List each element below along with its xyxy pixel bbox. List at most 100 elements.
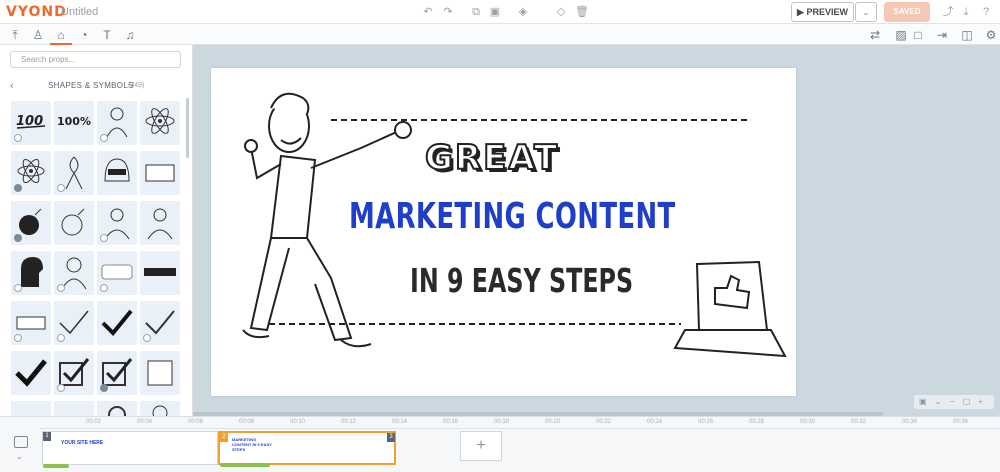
prop-row7-3[interactable] xyxy=(97,401,137,416)
tick-label: 00:28 xyxy=(749,419,765,425)
film-icon[interactable] xyxy=(14,436,28,448)
prop-row7-1[interactable] xyxy=(11,401,51,416)
document-title[interactable]: Untitled xyxy=(61,6,98,18)
prop-bomb-outline[interactable] xyxy=(54,201,94,245)
tick-label: 00:04 xyxy=(137,419,153,425)
timeline-ruler[interactable]: 00:02 00:04 00:06 00:08 00:10 00:12 00:14 00:16… xyxy=(40,417,1000,429)
section-count: (349) xyxy=(128,82,145,89)
magnify-icon[interactable] xyxy=(57,334,65,342)
tick-label: 00:26 xyxy=(698,419,714,425)
saved-button[interactable]: SAVED xyxy=(884,2,930,22)
prop-ribbon[interactable] xyxy=(54,151,94,195)
prop-rounded-box[interactable] xyxy=(97,251,137,295)
magnify-icon[interactable] xyxy=(100,234,108,242)
prop-check-thin[interactable] xyxy=(54,301,94,345)
asset-category-bar: ⤒ ♙ ⌂ ◔ T ♫ ⇄ ▨ □ ⇥ ◫ ⚙ xyxy=(0,24,1000,45)
magnify-icon[interactable] xyxy=(57,184,65,192)
search-input[interactable]: Search props... xyxy=(10,51,181,68)
swap-icon[interactable]: ⇄ xyxy=(866,26,884,44)
layer-icon[interactable]: ◈ xyxy=(515,4,531,20)
scene-canvas[interactable]: GREAT MARKETING CONTENT IN 9 EASY STEPS xyxy=(211,68,796,396)
redo-icon[interactable]: ↷ xyxy=(440,4,456,20)
vyond-logo[interactable]: VYOND xyxy=(6,4,67,20)
magnify-icon[interactable] xyxy=(57,384,65,392)
prop-checkbox-2[interactable] xyxy=(97,351,137,395)
prop-100-percent[interactable]: 100% xyxy=(54,101,94,145)
back-arrow-icon[interactable]: ‹ xyxy=(10,80,14,92)
image-icon[interactable]: ▨ xyxy=(892,26,910,44)
scene-end-marker: 3 xyxy=(387,433,395,442)
help-icon[interactable]: ? xyxy=(978,4,994,20)
prop-rectangle[interactable] xyxy=(140,151,180,195)
prop-row7-2[interactable] xyxy=(54,401,94,416)
prop-head-brain[interactable] xyxy=(11,251,51,295)
delete-icon[interactable]: 🗑 xyxy=(574,4,590,20)
props-icon[interactable]: ⌂ xyxy=(52,26,70,44)
prop-square[interactable] xyxy=(140,351,180,395)
scene-duration-bar[interactable] xyxy=(43,464,69,468)
scene-title: MARKETING CONTENT IN 9 EASY STEPS xyxy=(232,437,272,452)
prop-woman-bust[interactable] xyxy=(140,201,180,245)
prop-person-bust[interactable] xyxy=(97,201,137,245)
tick-label: 00:20 xyxy=(545,419,561,425)
upload-icon[interactable]: ⤒ xyxy=(6,26,24,44)
headline-marketing-content[interactable]: MARKETING CONTENT xyxy=(349,196,676,237)
enter-icon[interactable]: ⇥ xyxy=(933,26,951,44)
magnify-icon[interactable] xyxy=(57,284,65,292)
magnify-icon[interactable] xyxy=(143,334,151,342)
tick-label: 00:22 xyxy=(596,419,612,425)
prop-checkbox[interactable] xyxy=(54,351,94,395)
chevron-down-icon[interactable]: ⌄ xyxy=(16,452,23,461)
color-swatch-icon[interactable]: □ xyxy=(909,26,927,44)
preview-button[interactable]: ▶ PREVIEW xyxy=(791,2,854,22)
scene-thumbnail-2[interactable]: 2 MARKETING CONTENT IN 9 EASY STEPS 3 xyxy=(218,431,396,467)
paste-icon[interactable]: ▣ xyxy=(487,4,503,20)
magnify-icon[interactable] xyxy=(100,284,108,292)
prop-black-bar[interactable] xyxy=(140,251,180,295)
panel-scrollbar[interactable] xyxy=(186,98,189,158)
add-scene-button[interactable]: + xyxy=(460,431,502,461)
stage-area: GREAT MARKETING CONTENT IN 9 EASY STEPS … xyxy=(193,45,1000,416)
prop-row7-4[interactable] xyxy=(140,401,180,416)
prop-figure[interactable] xyxy=(97,101,137,145)
prop-check-bold[interactable] xyxy=(97,301,137,345)
magnify-icon[interactable] xyxy=(100,134,108,142)
character-icon[interactable]: ♙ xyxy=(29,26,47,44)
preview-dropdown-button[interactable]: ⌄ xyxy=(855,2,877,22)
scene-number: 1 xyxy=(43,432,51,441)
play-icon[interactable] xyxy=(14,234,22,242)
prop-100[interactable]: 100 xyxy=(11,101,51,145)
tick-label: 00:34 xyxy=(902,419,918,425)
chart-icon[interactable]: ◔ xyxy=(75,26,93,44)
scene-thumbnail-1[interactable]: 1 YOUR SITE HERE xyxy=(42,431,218,468)
copy-icon[interactable]: ⧉ xyxy=(468,4,484,20)
camera-icon[interactable]: ◫ xyxy=(958,26,976,44)
play-icon[interactable] xyxy=(100,384,108,392)
prop-box-outline[interactable] xyxy=(11,301,51,345)
prop-atom-2[interactable] xyxy=(11,151,51,195)
prop-helmet[interactable] xyxy=(97,151,137,195)
zoom-controls[interactable]: ▣ ⌄ − ▢ + xyxy=(914,395,994,409)
download-icon[interactable]: ⤓ xyxy=(958,4,974,20)
headline-easy-steps[interactable]: IN 9 EASY STEPS xyxy=(410,261,633,300)
tick-label: 00:18 xyxy=(494,419,510,425)
magnify-icon[interactable] xyxy=(14,284,22,292)
prop-bomb[interactable] xyxy=(11,201,51,245)
prop-woman[interactable] xyxy=(54,251,94,295)
settings-icon[interactable]: ⚙ xyxy=(982,26,1000,44)
prop-check-black[interactable] xyxy=(11,351,51,395)
audio-icon[interactable]: ♫ xyxy=(121,26,139,44)
magnify-icon[interactable] xyxy=(14,134,22,142)
prop-check-outline[interactable] xyxy=(140,301,180,345)
magnify-icon[interactable] xyxy=(14,334,22,342)
share-icon[interactable]: ⤴ xyxy=(940,4,956,20)
tick-label: 00:16 xyxy=(443,419,459,425)
top-bar: VYOND Untitled ↶ ↷ ⧉ ▣ ◈ ◇ 🗑 ▶ PREVIEW ⌄… xyxy=(0,0,1000,24)
undo-icon[interactable]: ↶ xyxy=(420,4,436,20)
paint-icon[interactable]: ◇ xyxy=(553,4,569,20)
play-icon[interactable] xyxy=(14,184,22,192)
prop-atom[interactable] xyxy=(140,101,180,145)
headline-great[interactable]: GREAT xyxy=(424,137,559,179)
scene-duration-bar[interactable] xyxy=(220,463,270,467)
text-icon[interactable]: T xyxy=(98,26,116,44)
